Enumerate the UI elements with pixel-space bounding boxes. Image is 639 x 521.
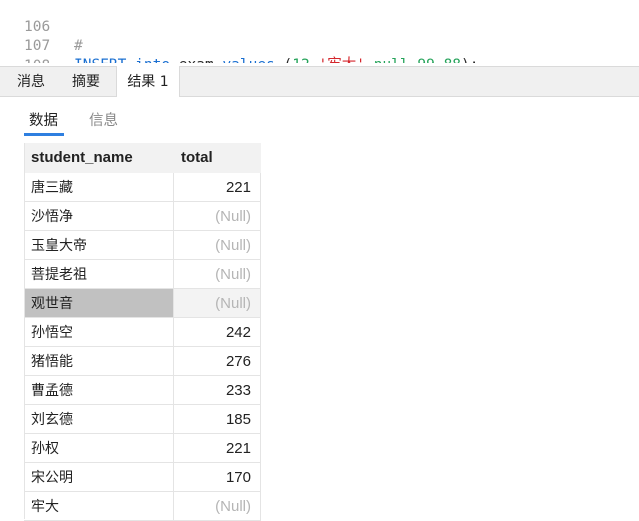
code-line: 106 # bbox=[0, 0, 83, 54]
table-row[interactable]: 牢大 (Null) bbox=[24, 492, 261, 521]
cell-total[interactable]: (Null) bbox=[174, 492, 261, 521]
cell-total[interactable]: (Null) bbox=[174, 260, 261, 289]
cell-total[interactable]: 242 bbox=[174, 318, 261, 347]
table-row[interactable]: 唐三藏 221 bbox=[24, 173, 261, 202]
cell-total[interactable]: 221 bbox=[174, 173, 261, 202]
cell-total[interactable]: 276 bbox=[174, 347, 261, 376]
table-row[interactable]: 猪悟能 276 bbox=[24, 347, 261, 376]
cell-student-name[interactable]: 玉皇大帝 bbox=[24, 231, 174, 260]
cell-total[interactable]: (Null) bbox=[174, 289, 261, 318]
code-token: # bbox=[74, 38, 83, 54]
code-text: # bbox=[74, 37, 83, 56]
table-row[interactable]: 宋公明 170 bbox=[24, 463, 261, 492]
cell-student-name[interactable]: 菩提老祖 bbox=[24, 260, 174, 289]
sql-editor[interactable]: 106 # 107 INSERT into exam values (12,'牢… bbox=[0, 0, 639, 66]
grid-left-border bbox=[24, 143, 25, 519]
cell-total[interactable]: 185 bbox=[174, 405, 261, 434]
grid-header: student_name total bbox=[24, 143, 261, 173]
cell-total[interactable]: 233 bbox=[174, 376, 261, 405]
table-row[interactable]: 玉皇大帝 (Null) bbox=[24, 231, 261, 260]
table-row[interactable]: 菩提老祖 (Null) bbox=[24, 260, 261, 289]
code-line: 107 INSERT into exam values (12,'牢大',nul… bbox=[0, 18, 479, 66]
column-header-student-name[interactable]: student_name bbox=[24, 143, 174, 173]
cell-total[interactable]: 170 bbox=[174, 463, 261, 492]
cell-student-name[interactable]: 观世音 bbox=[24, 289, 174, 318]
tab-messages[interactable]: 消息 bbox=[8, 67, 54, 97]
code-line: 108 SELECT student_name,Chinese+math+Eng… bbox=[0, 38, 50, 66]
table-row[interactable]: 孙权 221 bbox=[24, 434, 261, 463]
cell-student-name[interactable]: 宋公明 bbox=[24, 463, 174, 492]
cell-student-name[interactable]: 沙悟净 bbox=[24, 202, 174, 231]
table-row[interactable]: 沙悟净 (Null) bbox=[24, 202, 261, 231]
cell-total[interactable]: 221 bbox=[174, 434, 261, 463]
table-row[interactable]: 孙悟空 242 bbox=[24, 318, 261, 347]
tab-summary[interactable]: 摘要 bbox=[60, 67, 112, 97]
subtab-info[interactable]: 信息 bbox=[89, 109, 118, 130]
cell-student-name[interactable]: 刘玄德 bbox=[24, 405, 174, 434]
cell-student-name[interactable]: 孙权 bbox=[24, 434, 174, 463]
view-subtabs: 数据 信息 bbox=[0, 97, 639, 141]
cell-total[interactable]: (Null) bbox=[174, 231, 261, 260]
cell-student-name[interactable]: 孙悟空 bbox=[24, 318, 174, 347]
column-header-total[interactable]: total bbox=[174, 143, 261, 173]
cell-student-name[interactable]: 曹孟德 bbox=[24, 376, 174, 405]
table-row[interactable]: 曹孟德 233 bbox=[24, 376, 261, 405]
cell-total[interactable]: (Null) bbox=[174, 202, 261, 231]
table-row[interactable]: 刘玄德 185 bbox=[24, 405, 261, 434]
subtab-data[interactable]: 数据 bbox=[29, 109, 58, 130]
table-row[interactable]: 观世音 (Null) bbox=[24, 289, 261, 318]
cell-student-name[interactable]: 牢大 bbox=[24, 492, 174, 521]
result-tabbar: 消息 摘要 结果 1 bbox=[0, 66, 639, 98]
active-subtab-indicator bbox=[24, 133, 64, 136]
cell-student-name[interactable]: 唐三藏 bbox=[24, 173, 174, 202]
tab-result-1[interactable]: 结果 1 bbox=[116, 66, 180, 98]
cell-student-name[interactable]: 猪悟能 bbox=[24, 347, 174, 376]
